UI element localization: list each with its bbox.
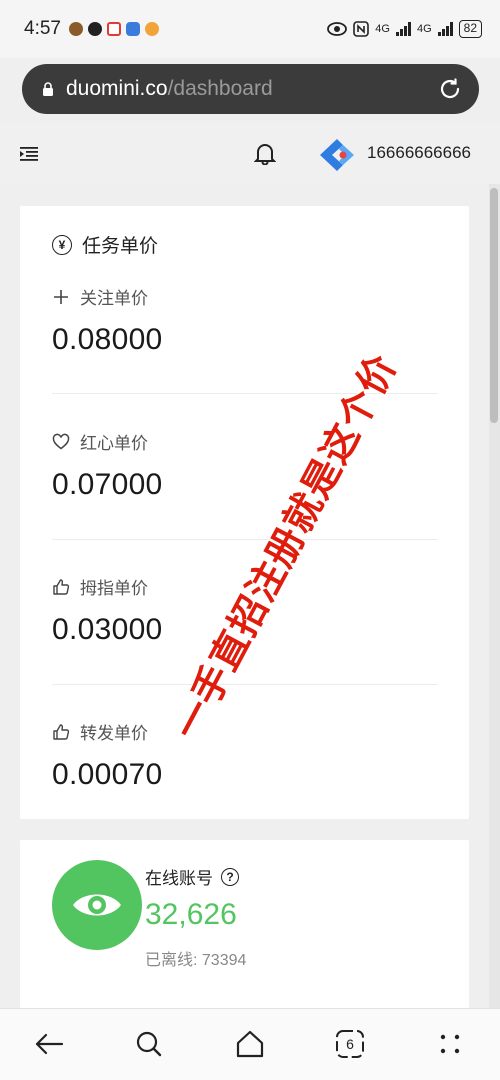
url-host: duomini.co: [66, 77, 168, 100]
url-path: /dashboard: [167, 77, 273, 100]
nfc-icon: [353, 21, 370, 37]
price-item: 关注单价 0.08000: [52, 284, 438, 357]
address-bar[interactable]: duomini.co/dashboard: [22, 64, 479, 114]
home-icon: [236, 1030, 264, 1058]
task-price-card: ¥ 任务单价 关注单价 0.08000 红心单价 0.07000 拇指单价 0.…: [20, 206, 469, 819]
divider: [52, 539, 438, 540]
scrollbar-thumb[interactable]: [490, 188, 498, 423]
price-value: 0.07000: [52, 468, 163, 501]
online-accounts-card: 在线账号 ? 32,626 已离线: 73394: [20, 840, 469, 1010]
price-label-row: 转发单价: [52, 719, 438, 744]
price-value: 0.08000: [52, 323, 163, 356]
signal-strength-2-icon: [437, 22, 453, 36]
thumbs-up-icon: [53, 723, 70, 740]
card-title: 任务单价: [82, 236, 159, 257]
user-phone[interactable]: 16666666666: [367, 143, 471, 163]
network-type-2: 4G: [416, 23, 432, 35]
home-button[interactable]: [233, 1027, 267, 1061]
qq-notification-icon: [87, 22, 102, 36]
network-type-1: 4G: [375, 23, 390, 35]
search-button[interactable]: [132, 1027, 166, 1061]
app-notification-icon: [68, 22, 83, 36]
online-title-row: 在线账号 ?: [145, 864, 239, 889]
price-label-row: 关注单价: [52, 284, 438, 309]
url-text[interactable]: duomini.co/dashboard: [66, 77, 273, 101]
price-label: 转发单价: [80, 724, 148, 743]
price-item: 红心单价 0.07000: [52, 429, 438, 502]
more-button[interactable]: [433, 1027, 467, 1061]
price-label-row: 红心单价: [52, 429, 438, 454]
yen-circle-icon: ¥: [52, 234, 72, 255]
menu-fold-icon[interactable]: [20, 146, 38, 162]
online-count: 32,626: [145, 898, 237, 931]
browser-nav-bar: 6: [0, 1008, 500, 1080]
back-button[interactable]: [32, 1027, 66, 1061]
help-icon[interactable]: ?: [221, 867, 239, 886]
card-title-row: ¥ 任务单价: [52, 231, 158, 258]
heart-icon: [52, 433, 70, 449]
tabs-icon: [336, 1030, 364, 1058]
online-title: 在线账号: [145, 869, 213, 888]
search-icon: [136, 1031, 162, 1057]
dots-grid-icon: [440, 1034, 460, 1054]
price-value: 0.00070: [52, 758, 163, 791]
eye-icon: [73, 894, 121, 916]
lock-icon: [43, 81, 53, 96]
offline-count: 已离线: 73394: [145, 952, 247, 969]
red-app-notification-icon: [106, 22, 121, 36]
price-label: 关注单价: [80, 289, 148, 308]
status-right-icons: 4G 4G 82: [327, 20, 482, 38]
price-label: 红心单价: [80, 434, 148, 453]
reload-icon[interactable]: [437, 76, 463, 102]
status-time: 4:57: [24, 18, 61, 39]
notification-icons: [68, 22, 159, 36]
weibo-notification-icon: [144, 22, 159, 36]
logo-icon: [320, 139, 354, 171]
divider: [52, 684, 438, 685]
thumbs-up-icon: [53, 578, 70, 595]
bell-icon[interactable]: [254, 141, 276, 165]
price-label: 拇指单价: [80, 579, 148, 598]
signal-strength-1-icon: [395, 22, 411, 36]
blue-app-notification-icon: [125, 22, 140, 36]
plus-icon: [54, 289, 68, 304]
battery-level: 82: [458, 20, 482, 38]
eye-comfort-icon: [327, 22, 348, 36]
eye-badge: [52, 860, 142, 950]
status-bar: 4:57 4G 4G 82: [0, 0, 500, 58]
tabs-button[interactable]: 6: [333, 1027, 367, 1061]
price-item: 转发单价 0.00070: [52, 719, 438, 792]
back-arrow-icon: [35, 1033, 64, 1055]
